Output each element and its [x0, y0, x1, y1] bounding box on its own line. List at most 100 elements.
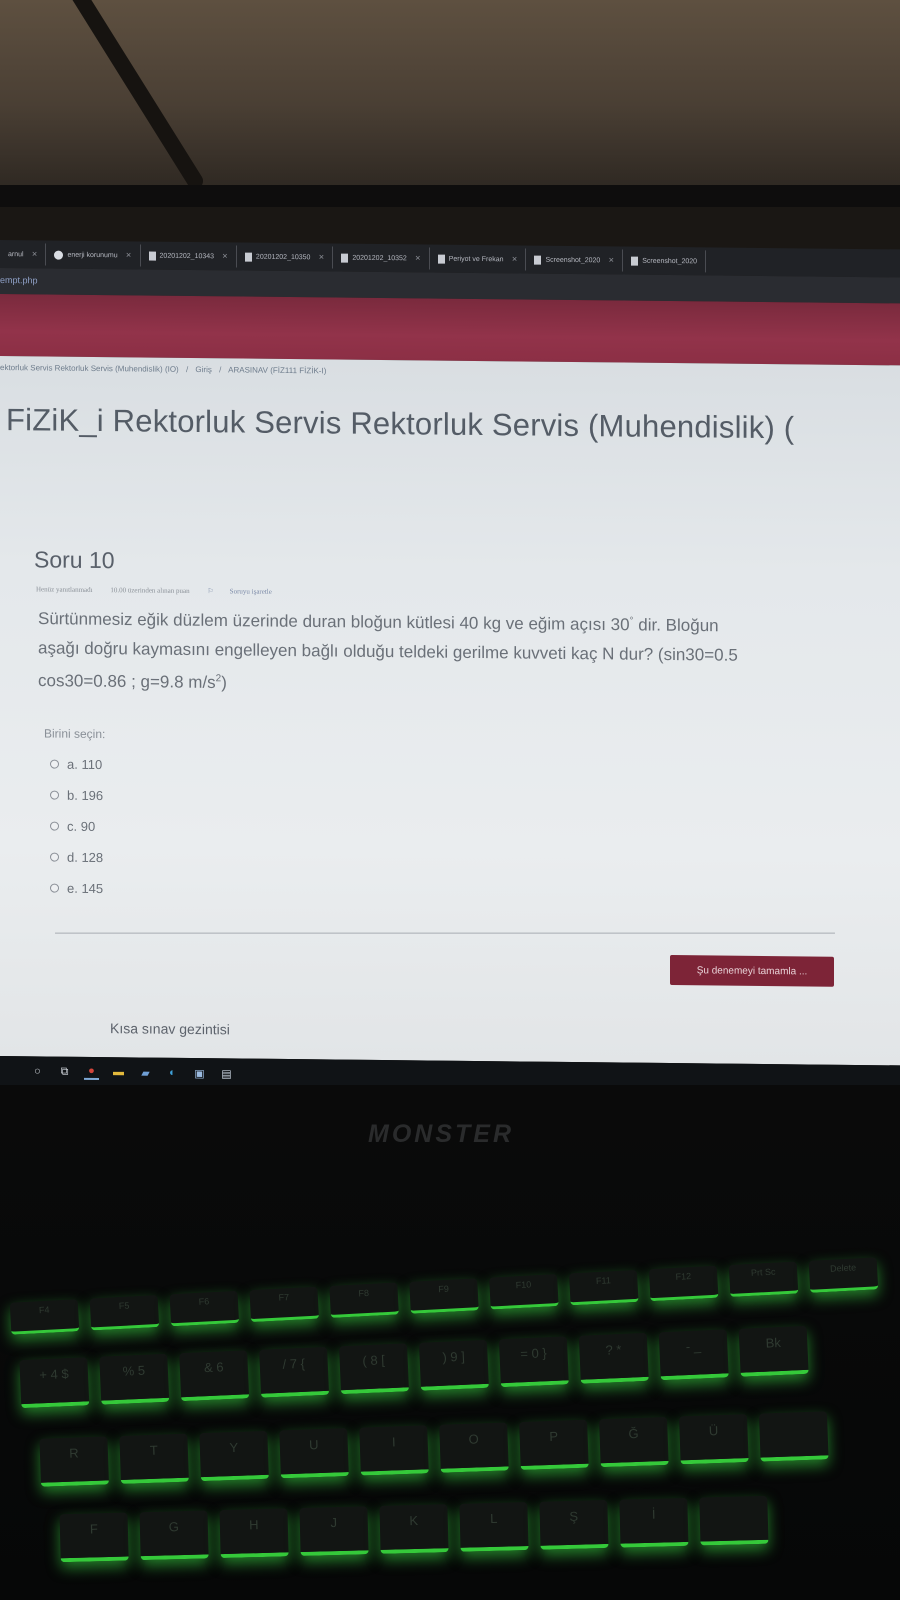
keyboard-key[interactable]: - _ — [658, 1329, 729, 1381]
answer-option[interactable]: c. 90 — [50, 811, 103, 843]
store-icon[interactable]: ▰ — [138, 1065, 153, 1080]
keyboard-key[interactable]: ? * — [578, 1332, 649, 1384]
keyboard-key[interactable]: F8 — [329, 1282, 399, 1318]
option-label[interactable]: d. 128 — [67, 850, 103, 865]
close-icon[interactable]: ✕ — [32, 250, 38, 258]
keyboard-key[interactable]: F6 — [169, 1290, 240, 1327]
browser-tab[interactable]: Screenshot_2020 — [623, 249, 707, 273]
home-key-row: F G H J K L Ş İ — [59, 1495, 769, 1563]
close-icon[interactable]: ✕ — [222, 252, 228, 260]
divider — [55, 932, 835, 934]
document-icon[interactable]: ▤ — [219, 1066, 234, 1081]
browser-app-icon[interactable]: ● — [84, 1064, 99, 1080]
keyboard-key[interactable] — [758, 1411, 829, 1462]
keyboard-key[interactable]: ) 9 ] — [418, 1339, 489, 1391]
breadcrumb-separator: / — [219, 365, 222, 375]
option-label[interactable]: c. 90 — [67, 819, 95, 834]
keyboard-key[interactable]: G — [139, 1510, 209, 1561]
close-icon[interactable]: ✕ — [415, 254, 421, 262]
keyboard-key[interactable]: F4 — [9, 1299, 80, 1335]
radio-button[interactable] — [50, 883, 59, 893]
browser-tab[interactable]: arnul ✕ — [0, 243, 47, 266]
close-icon[interactable]: ✕ — [318, 253, 324, 261]
close-icon[interactable]: ✕ — [512, 255, 518, 263]
question-status: Henüz yanıtlanmadı — [36, 585, 93, 594]
tab-label: Screenshot_2020 — [642, 257, 698, 265]
radio-button[interactable] — [50, 790, 59, 800]
radio-button[interactable] — [50, 821, 59, 831]
radio-button[interactable] — [50, 759, 59, 769]
option-label[interactable]: b. 196 — [67, 788, 103, 803]
monitor-icon[interactable]: ▣ — [192, 1066, 207, 1081]
keyboard-key[interactable]: Delete — [808, 1257, 879, 1293]
page-icon — [437, 254, 445, 264]
keyboard-key[interactable]: Y — [199, 1430, 269, 1482]
answer-options: a. 110 b. 196 c. 90 d. 128 e. 145 — [50, 749, 103, 905]
keyboard-key[interactable]: T — [119, 1433, 189, 1484]
keyboard-key[interactable]: İ — [619, 1497, 689, 1548]
answer-option[interactable]: a. 110 — [50, 749, 103, 781]
answer-option[interactable]: d. 128 — [50, 842, 103, 874]
option-label[interactable]: e. 145 — [67, 881, 103, 896]
answer-option[interactable]: e. 145 — [50, 873, 103, 905]
browser-tab[interactable]: Periyot ve Frekan ✕ — [429, 247, 527, 271]
quiz-navigation-heading: Kısa sınav gezintisi — [110, 1020, 230, 1038]
keyboard-key[interactable]: K — [379, 1504, 449, 1554]
browser-tab[interactable]: Screenshot_2020 ✕ — [526, 248, 624, 272]
search-icon[interactable]: ○ — [30, 1064, 45, 1079]
keyboard-key[interactable]: F11 — [568, 1269, 639, 1306]
keyboard-key[interactable] — [699, 1495, 769, 1546]
browser-tab[interactable]: 20201202_10343 ✕ — [140, 244, 237, 268]
document-icon — [534, 255, 542, 265]
keyboard-key[interactable]: + 4 $ — [19, 1357, 90, 1409]
answer-option[interactable]: b. 196 — [50, 780, 103, 812]
breadcrumb-course[interactable]: ektorluk Servis Rektorluk Servis (Muhend… — [0, 363, 179, 374]
file-explorer-icon[interactable]: ▬ — [111, 1065, 126, 1080]
keyboard-key[interactable]: F5 — [89, 1294, 160, 1331]
question-text-part: cos30=0.86 ; g=9.8 m/s — [38, 670, 216, 692]
browser-tab[interactable]: enerji korunumu ✕ — [46, 243, 141, 267]
keyboard-key[interactable]: U — [279, 1428, 349, 1479]
keyboard-key[interactable]: = 0 } — [498, 1336, 569, 1388]
close-icon[interactable]: ✕ — [608, 256, 614, 264]
keyboard-key[interactable]: P — [519, 1419, 589, 1470]
keyboard-key[interactable]: R — [39, 1436, 110, 1487]
keyboard-key[interactable]: I — [359, 1425, 429, 1476]
breadcrumb-section[interactable]: Giriş — [195, 365, 211, 374]
keyboard-key[interactable]: ( 8 [ — [339, 1343, 410, 1395]
browser-tab[interactable]: 20201202_10352 ✕ — [333, 246, 430, 270]
flag-question-link[interactable]: ⚐ Soruyu işaretle — [207, 587, 287, 596]
keyboard-key[interactable]: H — [219, 1508, 289, 1559]
edge-icon[interactable]: ◐ — [165, 1065, 180, 1080]
keyboard-key[interactable]: Bk — [738, 1325, 809, 1377]
task-view-icon[interactable]: ⧉ — [57, 1064, 72, 1079]
radio-button[interactable] — [50, 852, 59, 862]
keyboard-key[interactable]: / 7 { — [259, 1346, 330, 1398]
keyboard-key[interactable]: F9 — [409, 1278, 479, 1314]
breadcrumb-quiz[interactable]: ARASINAV (FİZ111 FİZİK-I) — [228, 365, 326, 375]
keyboard-key[interactable]: J — [299, 1506, 369, 1556]
tab-label: Screenshot_2020 — [545, 256, 601, 264]
document-icon — [244, 252, 252, 262]
keyboard-key[interactable]: O — [439, 1422, 509, 1473]
keyboard-key[interactable]: Ü — [679, 1414, 749, 1465]
choose-label: Birini seçin: — [44, 726, 106, 742]
keyboard-key[interactable]: F — [59, 1512, 129, 1563]
keyboard-key[interactable]: L — [459, 1502, 529, 1552]
tab-label: arnul — [8, 250, 24, 258]
keyboard-key[interactable]: Prt Sc — [728, 1261, 799, 1298]
tab-label: 20201202_10352 — [352, 254, 407, 262]
option-label[interactable]: a. 110 — [67, 757, 102, 772]
keyboard-key[interactable]: Ş — [539, 1499, 609, 1550]
browser-tab[interactable]: 20201202_10350 ✕ — [236, 245, 334, 269]
keyboard-key[interactable]: & 6 — [179, 1350, 250, 1402]
keyboard-key[interactable]: F12 — [648, 1265, 719, 1302]
finish-attempt-button[interactable]: Şu denemeyi tamamla ... — [670, 955, 834, 987]
keyboard-key[interactable]: % 5 — [99, 1353, 170, 1405]
keyboard-key[interactable]: Ğ — [599, 1416, 669, 1468]
close-icon[interactable]: ✕ — [126, 251, 132, 259]
keyboard-key[interactable]: F7 — [249, 1286, 320, 1323]
tab-label: Periyot ve Frekan — [448, 255, 504, 263]
keyboard-key[interactable]: F10 — [489, 1274, 559, 1310]
flag-label: Soruyu işaretle — [229, 587, 272, 596]
